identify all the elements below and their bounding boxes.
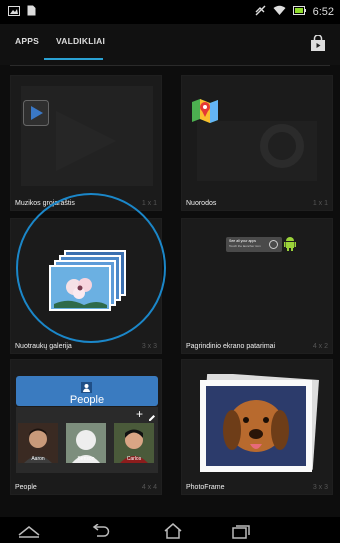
widget-photo-gallery[interactable]: Nuotraukų galerija 3 x 3 [10, 218, 162, 354]
file-icon [27, 5, 36, 19]
clock: 6:52 [312, 6, 334, 18]
home-icon[interactable] [160, 521, 186, 541]
back-icon[interactable] [88, 521, 114, 541]
photo-stack-icon [49, 249, 129, 316]
tab-bar: APPS VALDIKLIAI [0, 24, 340, 65]
widget-label: Muzikos grojaraštis [15, 200, 75, 207]
tips-line-2: Touch the launcher icon [229, 244, 261, 248]
wifi-icon [273, 5, 286, 19]
widget-size: 1 x 1 [141, 200, 157, 207]
people-title: People [69, 394, 105, 406]
widget-label: Nuorodos [186, 200, 217, 207]
widget-people[interactable]: People + Aaron Benson Carlos People 4 x … [10, 359, 162, 495]
widget-label: Nuotraukų galerija [15, 343, 72, 350]
tab-widgets[interactable]: VALDIKLIAI [56, 36, 105, 46]
tab-apps[interactable]: APPS [15, 36, 39, 46]
contact-name: Carlos [126, 456, 142, 462]
photo-frame-icon [196, 372, 320, 481]
widget-size: 4 x 2 [312, 343, 328, 350]
tab-selected-indicator [44, 58, 103, 60]
play-icon-background [21, 86, 153, 186]
maps-icon [190, 96, 220, 131]
tips-ok-icon [269, 240, 278, 249]
android-icon [284, 235, 296, 256]
widget-photoframe[interactable]: PhotoFrame 3 x 3 [181, 359, 333, 495]
store-bag-icon[interactable] [310, 34, 326, 57]
widget-size: 4 x 4 [141, 484, 157, 491]
contact-card[interactable]: Aaron [18, 423, 58, 463]
widget-music-playlist[interactable]: Muzikos grojaraštis 1 x 1 [10, 75, 162, 211]
collapse-icon[interactable] [16, 521, 42, 541]
play-icon [23, 100, 49, 131]
mute-icon [255, 5, 266, 19]
widget-label: PhotoFrame [186, 484, 225, 491]
contact-card[interactable]: Carlos [114, 423, 154, 463]
tab-divider [10, 65, 330, 66]
battery-icon [292, 6, 306, 18]
widget-label: People [15, 484, 37, 491]
widget-home-tips[interactable]: See all your apps Touch the launcher ico… [181, 218, 333, 354]
tips-line-1: See all your apps [229, 239, 257, 243]
widget-size: 3 x 3 [141, 343, 157, 350]
widget-size: 1 x 1 [312, 200, 328, 207]
people-header: People [16, 376, 158, 406]
contact-card[interactable]: Benson [66, 423, 106, 463]
widget-navigation[interactable]: Nuorodos 1 x 1 [181, 75, 333, 211]
navigation-bar [0, 517, 340, 543]
tips-icon: See all your apps Touch the launcher ico… [226, 237, 282, 252]
widget-label: Pagrindinio ekrano patarimai [186, 343, 276, 350]
contact-name: Benson [77, 456, 95, 462]
recents-icon[interactable] [228, 521, 254, 541]
add-contact-icon[interactable]: + [136, 407, 143, 421]
contact-name: Aaron [31, 456, 45, 462]
widget-size: 3 x 3 [312, 484, 328, 491]
gallery-icon [8, 5, 20, 19]
status-bar: 6:52 [0, 0, 340, 24]
people-contacts: + Aaron Benson Carlos [16, 407, 158, 473]
